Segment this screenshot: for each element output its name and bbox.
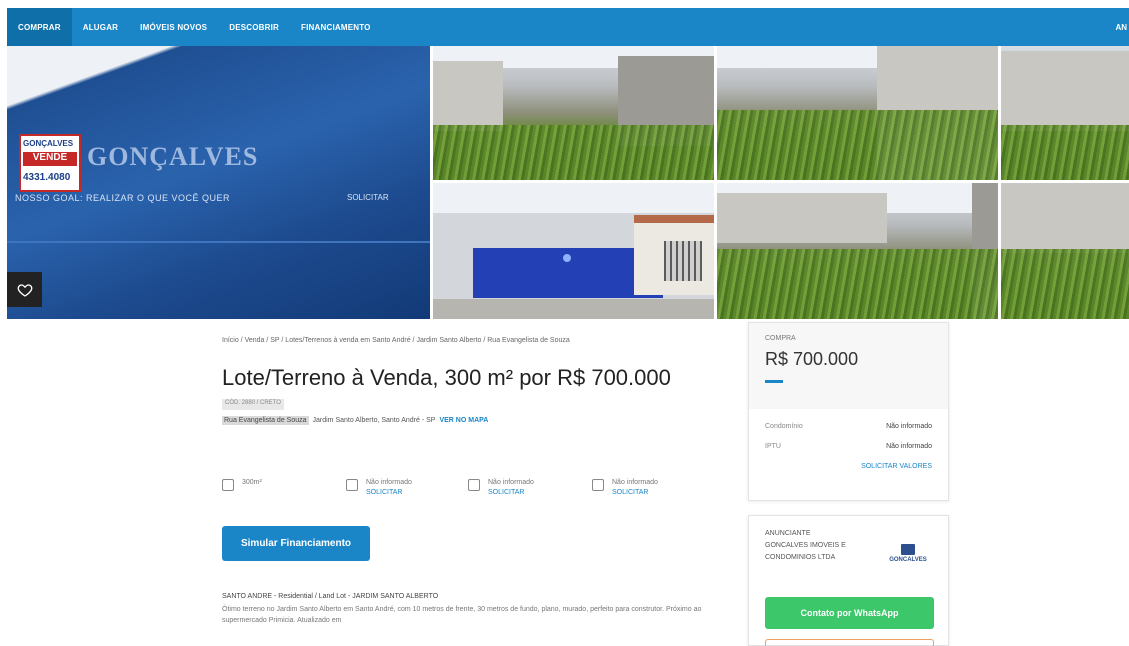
request-values-link[interactable]: SOLICITAR VALORES [749, 463, 948, 470]
condominio-label: Condomínio [765, 423, 803, 430]
photo-grass [717, 249, 998, 319]
feature-bedrooms-value: Não informado [366, 479, 412, 486]
view-on-map-link[interactable]: VER NO MAPA [439, 417, 488, 424]
sale-sign: GONÇALVES VENDE 4331.4080 [19, 134, 81, 192]
photo-house [634, 215, 714, 295]
feature-area: 300m² [222, 478, 262, 491]
shower-icon [468, 479, 480, 491]
favorite-button[interactable] [7, 272, 42, 307]
price-accent-bar [765, 380, 783, 383]
feature-bedrooms-request[interactable]: SOLICITAR [366, 488, 412, 498]
nav-financiamento[interactable]: FINANCIAMENTO [290, 8, 382, 46]
photo-slogan-right: SOLICITAR [347, 193, 389, 202]
feature-parking-value: Não informado [612, 479, 658, 486]
photo-wall [433, 61, 503, 131]
photo-window [664, 241, 702, 281]
photo-grass [433, 125, 714, 180]
gallery-photo-3[interactable] [717, 46, 998, 180]
sign-vende: VENDE [23, 152, 77, 166]
listing-code: CÓD. 2880 / CRETO [222, 399, 284, 410]
gallery-main-photo[interactable]: GONÇALVES VENDE 4331.4080 GONÇALVES NOSS… [7, 46, 430, 319]
area-icon [222, 479, 234, 491]
feature-parking-request[interactable]: SOLICITAR [612, 488, 658, 498]
sign-company: GONÇALVES [23, 139, 74, 148]
feature-bathrooms: Não informado SOLICITAR [468, 478, 534, 498]
price-row-iptu: IPTU Não informado [749, 437, 948, 457]
description-text: Ótimo terreno no Jardim Santo Alberto em… [222, 606, 702, 624]
breadcrumb[interactable]: Início / Venda / SP / Lotes/Terrenos à v… [222, 337, 570, 344]
gallery-photo-7[interactable] [1001, 183, 1129, 319]
page-title: Lote/Terreno à Venda, 300 m² por R$ 700.… [222, 365, 671, 390]
address-neighborhood: Jardim Santo Alberto, Santo André - SP [312, 417, 436, 424]
advertiser-card: ANUNCIANTE GONCALVES IMOVEIS E CONDOMINI… [748, 515, 949, 646]
price-card: COMPRA R$ 700.000 Condomínio Não informa… [748, 322, 949, 501]
iptu-label: IPTU [765, 443, 781, 450]
feature-bathrooms-request[interactable]: SOLICITAR [488, 488, 534, 498]
secondary-contact-button[interactable] [765, 639, 934, 646]
bed-icon [346, 479, 358, 491]
condominio-value: Não informado [886, 423, 932, 430]
price-card-header: COMPRA R$ 700.000 [749, 323, 948, 409]
gallery-photo-5[interactable] [433, 183, 714, 319]
price-rows: Condomínio Não informado IPTU Não inform… [749, 417, 948, 457]
photo-slogan: NOSSO GOAL: REALIZAR O QUE VOCÊ QUER [15, 193, 231, 203]
price-label: COMPRA [765, 335, 796, 342]
nav-user-link[interactable]: AN [1115, 8, 1129, 46]
advertiser-name[interactable]: GONCALVES IMOVEIS E CONDOMINIOS LTDA [765, 540, 875, 564]
whatsapp-contact-button[interactable]: Contato por WhatsApp [765, 597, 934, 629]
nav-descobrir[interactable]: DESCOBRIR [218, 8, 290, 46]
price-value: R$ 700.000 [765, 349, 859, 369]
description-title: SANTO ANDRE - Residential / Land Lot - J… [222, 593, 439, 600]
simulate-financing-button[interactable]: Simular Financiamento [222, 526, 370, 561]
gallery-photo-6[interactable] [717, 183, 998, 319]
photo-grass [717, 110, 998, 180]
photo-wall [717, 193, 887, 243]
photo-wall [1001, 183, 1129, 253]
gallery-photo-2[interactable] [433, 46, 714, 180]
gallery-photo-4[interactable] [1001, 46, 1129, 180]
feature-area-value: 300m² [242, 479, 262, 486]
sign-phone: 4331.4080 [23, 172, 71, 183]
photo-grass [1001, 249, 1129, 319]
features-row: 300m² Não informado SOLICITAR Não inform… [222, 478, 722, 512]
iptu-value: Não informado [886, 443, 932, 450]
address-street: Rua Evangelista de Souza [222, 416, 309, 425]
advertiser-logo-text: GONCALVES [889, 557, 927, 563]
photo-grass [1001, 125, 1129, 180]
logo-mark-icon [901, 544, 915, 555]
photo-wall [1001, 51, 1129, 131]
photo-brand-text: GONÇALVES [87, 142, 259, 171]
feature-parking: Não informado SOLICITAR [592, 478, 658, 498]
address: Rua Evangelista de Souza Jardim Santo Al… [222, 416, 488, 425]
feature-bathrooms-value: Não informado [488, 479, 534, 486]
nav-comprar[interactable]: COMPRAR [7, 8, 72, 46]
photo-road [433, 299, 714, 319]
nav-alugar[interactable]: ALUGAR [72, 8, 129, 46]
feature-bedrooms: Não informado SOLICITAR [346, 478, 412, 498]
price-row-condominio: Condomínio Não informado [749, 417, 948, 437]
advertiser-label: ANUNCIANTE [765, 530, 811, 537]
car-icon [592, 479, 604, 491]
photo-gallery: GONÇALVES VENDE 4331.4080 GONÇALVES NOSS… [7, 46, 1129, 319]
heart-icon [17, 283, 32, 297]
advertiser-logo[interactable]: GONCALVES [884, 544, 932, 570]
photo-sky [433, 183, 714, 213]
nav-imoveis-novos[interactable]: IMÓVEIS NOVOS [129, 8, 218, 46]
photo-stripe [7, 241, 430, 243]
top-nav: COMPRAR ALUGAR IMÓVEIS NOVOS DESCOBRIR F… [7, 8, 1129, 46]
